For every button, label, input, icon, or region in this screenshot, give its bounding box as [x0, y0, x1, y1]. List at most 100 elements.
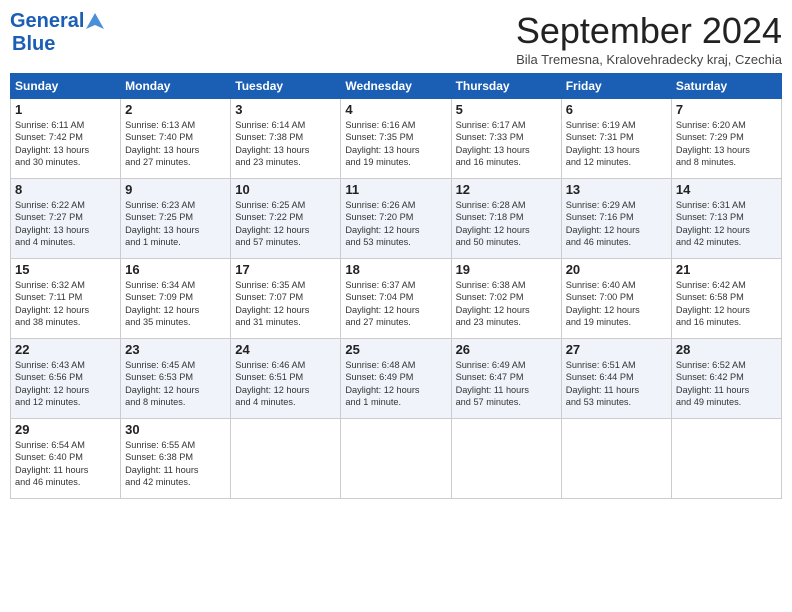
cell-info: Sunrise: 6:49 AMSunset: 6:47 PMDaylight:… [456, 359, 557, 409]
weekday-header-friday: Friday [561, 74, 671, 99]
cell-info: Sunrise: 6:25 AMSunset: 7:22 PMDaylight:… [235, 199, 336, 249]
month-title: September 2024 [516, 10, 782, 52]
cell-info: Sunrise: 6:38 AMSunset: 7:02 PMDaylight:… [456, 279, 557, 329]
cell-info: Sunrise: 6:29 AMSunset: 7:16 PMDaylight:… [566, 199, 667, 249]
calendar-cell: 29 Sunrise: 6:54 AMSunset: 6:40 PMDayligh… [11, 419, 121, 499]
calendar-cell [671, 419, 781, 499]
calendar-cell: 4Sunrise: 6:16 AMSunset: 7:35 PMDaylight… [341, 99, 451, 179]
weekday-header-wednesday: Wednesday [341, 74, 451, 99]
day-number: 8 [15, 182, 116, 197]
day-number: 9 [125, 182, 226, 197]
cell-info: Sunrise: 6:43 AMSunset: 6:56 PMDaylight:… [15, 359, 116, 409]
cell-info: Sunrise: 6:16 AMSunset: 7:35 PMDaylight:… [345, 119, 446, 169]
calendar-body: 1 Sunrise: 6:11 AMSunset: 7:42 PMDaylight… [11, 99, 782, 499]
cell-info: Sunrise: 6:52 AMSunset: 6:42 PMDaylight:… [676, 359, 777, 409]
calendar-cell [451, 419, 561, 499]
calendar-week-2: 8 Sunrise: 6:22 AMSunset: 7:27 PMDaylight… [11, 179, 782, 259]
calendar-cell: 20Sunrise: 6:40 AMSunset: 7:00 PMDayligh… [561, 259, 671, 339]
cell-info: Sunrise: 6:13 AMSunset: 7:40 PMDaylight:… [125, 119, 226, 169]
day-number: 2 [125, 102, 226, 117]
day-number: 21 [676, 262, 777, 277]
calendar-cell: 3Sunrise: 6:14 AMSunset: 7:38 PMDaylight… [231, 99, 341, 179]
calendar-cell: 13 Sunrise: 6:29 AMSunset: 7:16 PMDayligh… [561, 179, 671, 259]
cell-info: Sunrise: 6:14 AMSunset: 7:38 PMDaylight:… [235, 119, 336, 169]
day-number: 28 [676, 342, 777, 357]
weekday-row: SundayMondayTuesdayWednesdayThursdayFrid… [11, 74, 782, 99]
cell-info: Sunrise: 6:35 AMSunset: 7:07 PMDaylight:… [235, 279, 336, 329]
calendar-cell [561, 419, 671, 499]
cell-info: Sunrise: 6:17 AMSunset: 7:33 PMDaylight:… [456, 119, 557, 169]
day-number: 15 [15, 262, 116, 277]
day-number: 27 [566, 342, 667, 357]
calendar-table: SundayMondayTuesdayWednesdayThursdayFrid… [10, 73, 782, 499]
calendar-cell: 17 Sunrise: 6:35 AMSunset: 7:07 PMDayligh… [231, 259, 341, 339]
cell-info: Sunrise: 6:48 AMSunset: 6:49 PMDaylight:… [345, 359, 446, 409]
cell-info: Sunrise: 6:51 AMSunset: 6:44 PMDaylight:… [566, 359, 667, 409]
cell-info: Sunrise: 6:23 AMSunset: 7:25 PMDaylight:… [125, 199, 226, 249]
calendar-week-1: 1 Sunrise: 6:11 AMSunset: 7:42 PMDaylight… [11, 99, 782, 179]
day-number: 26 [456, 342, 557, 357]
day-number: 18 [345, 262, 446, 277]
location-subtitle: Bila Tremesna, Kralovehradecky kraj, Cze… [516, 52, 782, 67]
calendar-cell: 15 Sunrise: 6:32 AMSunset: 7:11 PMDayligh… [11, 259, 121, 339]
cell-info: Sunrise: 6:40 AMSunset: 7:00 PMDaylight:… [566, 279, 667, 329]
day-number: 30 [125, 422, 226, 437]
weekday-header-tuesday: Tuesday [231, 74, 341, 99]
calendar-cell: 1 Sunrise: 6:11 AMSunset: 7:42 PMDaylight… [11, 99, 121, 179]
weekday-header-thursday: Thursday [451, 74, 561, 99]
calendar-cell: 6Sunrise: 6:19 AMSunset: 7:31 PMDaylight… [561, 99, 671, 179]
title-block: September 2024 Bila Tremesna, Kralovehra… [516, 10, 782, 67]
calendar-cell: 24 Sunrise: 6:46 AMSunset: 6:51 PMDayligh… [231, 339, 341, 419]
day-number: 24 [235, 342, 336, 357]
day-number: 1 [15, 102, 116, 117]
day-number: 13 [566, 182, 667, 197]
calendar-cell: 27 Sunrise: 6:51 AMSunset: 6:44 PMDayligh… [561, 339, 671, 419]
calendar-week-3: 15 Sunrise: 6:32 AMSunset: 7:11 PMDayligh… [11, 259, 782, 339]
cell-info: Sunrise: 6:19 AMSunset: 7:31 PMDaylight:… [566, 119, 667, 169]
cell-info: Sunrise: 6:22 AMSunset: 7:27 PMDaylight:… [15, 199, 116, 249]
day-number: 25 [345, 342, 446, 357]
day-number: 11 [345, 182, 446, 197]
calendar-cell: 18 Sunrise: 6:37 AMSunset: 7:04 PMDayligh… [341, 259, 451, 339]
cell-info: Sunrise: 6:28 AMSunset: 7:18 PMDaylight:… [456, 199, 557, 249]
day-number: 10 [235, 182, 336, 197]
cell-info: Sunrise: 6:32 AMSunset: 7:11 PMDaylight:… [15, 279, 116, 329]
logo: General Blue [10, 10, 106, 56]
page-header: General Blue September 2024 Bila Tremesn… [10, 10, 782, 67]
cell-info: Sunrise: 6:11 AMSunset: 7:42 PMDaylight:… [15, 119, 116, 169]
calendar-cell: 16Sunrise: 6:34 AMSunset: 7:09 PMDayligh… [121, 259, 231, 339]
calendar-cell [231, 419, 341, 499]
cell-info: Sunrise: 6:46 AMSunset: 6:51 PMDaylight:… [235, 359, 336, 409]
calendar-cell: 12 Sunrise: 6:28 AMSunset: 7:18 PMDayligh… [451, 179, 561, 259]
cell-info: Sunrise: 6:45 AMSunset: 6:53 PMDaylight:… [125, 359, 226, 409]
calendar-week-5: 29 Sunrise: 6:54 AMSunset: 6:40 PMDayligh… [11, 419, 782, 499]
calendar-cell: 26 Sunrise: 6:49 AMSunset: 6:47 PMDayligh… [451, 339, 561, 419]
day-number: 29 [15, 422, 116, 437]
cell-info: Sunrise: 6:42 AMSunset: 6:58 PMDaylight:… [676, 279, 777, 329]
logo-general: General [10, 10, 84, 33]
logo-icon [84, 11, 106, 33]
calendar-cell: 14Sunrise: 6:31 AMSunset: 7:13 PMDayligh… [671, 179, 781, 259]
calendar-cell: 10 Sunrise: 6:25 AMSunset: 7:22 PMDayligh… [231, 179, 341, 259]
calendar-cell: 30Sunrise: 6:55 AMSunset: 6:38 PMDayligh… [121, 419, 231, 499]
weekday-header-saturday: Saturday [671, 74, 781, 99]
logo-blue: Blue [12, 33, 55, 55]
day-number: 5 [456, 102, 557, 117]
calendar-cell: 21 Sunrise: 6:42 AMSunset: 6:58 PMDayligh… [671, 259, 781, 339]
calendar-cell: 22Sunrise: 6:43 AMSunset: 6:56 PMDayligh… [11, 339, 121, 419]
calendar-week-4: 22Sunrise: 6:43 AMSunset: 6:56 PMDayligh… [11, 339, 782, 419]
day-number: 23 [125, 342, 226, 357]
cell-info: Sunrise: 6:37 AMSunset: 7:04 PMDaylight:… [345, 279, 446, 329]
calendar-cell: 2 Sunrise: 6:13 AMSunset: 7:40 PMDaylight… [121, 99, 231, 179]
calendar-cell [341, 419, 451, 499]
calendar-cell: 23 Sunrise: 6:45 AMSunset: 6:53 PMDayligh… [121, 339, 231, 419]
weekday-header-monday: Monday [121, 74, 231, 99]
calendar-cell: 25 Sunrise: 6:48 AMSunset: 6:49 PMDayligh… [341, 339, 451, 419]
calendar-cell: 28 Sunrise: 6:52 AMSunset: 6:42 PMDayligh… [671, 339, 781, 419]
calendar-header: SundayMondayTuesdayWednesdayThursdayFrid… [11, 74, 782, 99]
day-number: 17 [235, 262, 336, 277]
day-number: 12 [456, 182, 557, 197]
day-number: 16 [125, 262, 226, 277]
cell-info: Sunrise: 6:20 AMSunset: 7:29 PMDaylight:… [676, 119, 777, 169]
cell-info: Sunrise: 6:54 AMSunset: 6:40 PMDaylight:… [15, 439, 116, 489]
